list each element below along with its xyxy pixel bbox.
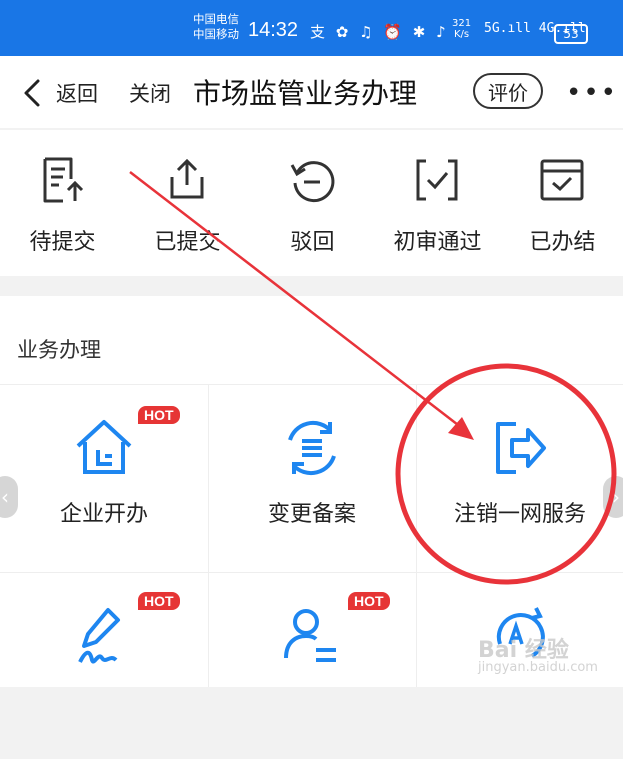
service-deregistration[interactable]: 注销一网服务	[416, 384, 623, 571]
service-label: 变更备案	[267, 502, 356, 527]
service-personnel[interactable]: HOT	[208, 572, 415, 759]
service-label: 注销一网服务	[453, 502, 586, 527]
refresh-list-icon	[288, 420, 336, 476]
network-speed: 321 K/s	[452, 18, 471, 40]
scroll-right-button[interactable]: ›	[603, 476, 623, 518]
carrier-2: 中国移动	[193, 27, 239, 41]
status-item-pending[interactable]: 待提交	[0, 130, 125, 276]
service-label: 企业开办	[59, 502, 148, 527]
close-button[interactable]: 关闭	[129, 78, 171, 108]
status-label: 驳回	[290, 230, 335, 255]
share-upload-icon	[170, 158, 204, 199]
back-button[interactable]: 返回	[56, 78, 98, 108]
service-change-filing[interactable]: 变更备案	[208, 384, 415, 571]
signature-icon	[78, 608, 120, 664]
status-label: 待提交	[29, 230, 96, 255]
application-status-row: 待提交 已提交 驳回 初审通过 已办结	[0, 130, 623, 276]
document-upload-icon	[43, 157, 84, 203]
status-item-rejected[interactable]: 驳回	[250, 130, 375, 276]
service-signature[interactable]: HOT	[0, 572, 207, 759]
status-item-completed[interactable]: 已办结	[500, 130, 623, 276]
status-label: 已办结	[529, 230, 596, 255]
page-title: 市场监管业务办理	[193, 77, 418, 110]
undo-circle-icon	[290, 161, 335, 203]
section-title: 业务办理	[17, 338, 101, 362]
back-icon[interactable]	[20, 78, 60, 108]
hot-badge: HOT	[348, 592, 390, 610]
system-status-bar: 中国电信 中国移动 14:32 支 ✿ ♫ ⏰ ✱ ♪ 321 K/s 5G.ı…	[0, 0, 623, 56]
carrier-names: 中国电信 中国移动	[193, 12, 239, 42]
watermark-url: jingyan.baidu.com	[478, 660, 598, 675]
logout-icon	[496, 422, 546, 474]
service-enterprise-setup[interactable]: HOT 企业开办	[0, 384, 207, 571]
clock: 14:32	[248, 19, 299, 41]
calendar-check-icon	[540, 159, 584, 201]
hot-badge: HOT	[138, 592, 180, 610]
battery-icon: 53	[554, 24, 588, 44]
speed-unit: K/s	[453, 29, 470, 40]
carrier-1: 中国电信	[193, 12, 239, 26]
rate-button[interactable]: 评价	[473, 73, 543, 109]
check-bracket-icon	[416, 159, 458, 201]
status-label: 已提交	[154, 230, 221, 255]
user-list-icon	[284, 609, 336, 662]
business-section: 业务办理 HOT 企业开办 变更备案 注销一网服务 HOT HOT ‹ ›	[0, 296, 623, 687]
status-item-approved[interactable]: 初审通过	[375, 130, 500, 276]
more-icon[interactable]: •••	[566, 78, 618, 108]
scroll-left-button[interactable]: ‹	[0, 476, 18, 518]
hot-badge: HOT	[138, 406, 180, 424]
home-icon	[76, 420, 132, 474]
notification-icons: 支 ✿ ♫ ⏰ ✱ ♪	[310, 23, 449, 41]
status-label: 初审通过	[393, 230, 482, 255]
speed-value: 321	[452, 18, 472, 29]
status-item-submitted[interactable]: 已提交	[125, 130, 250, 276]
nav-bar: 返回 关闭 市场监管业务办理 评价 •••	[0, 56, 623, 128]
